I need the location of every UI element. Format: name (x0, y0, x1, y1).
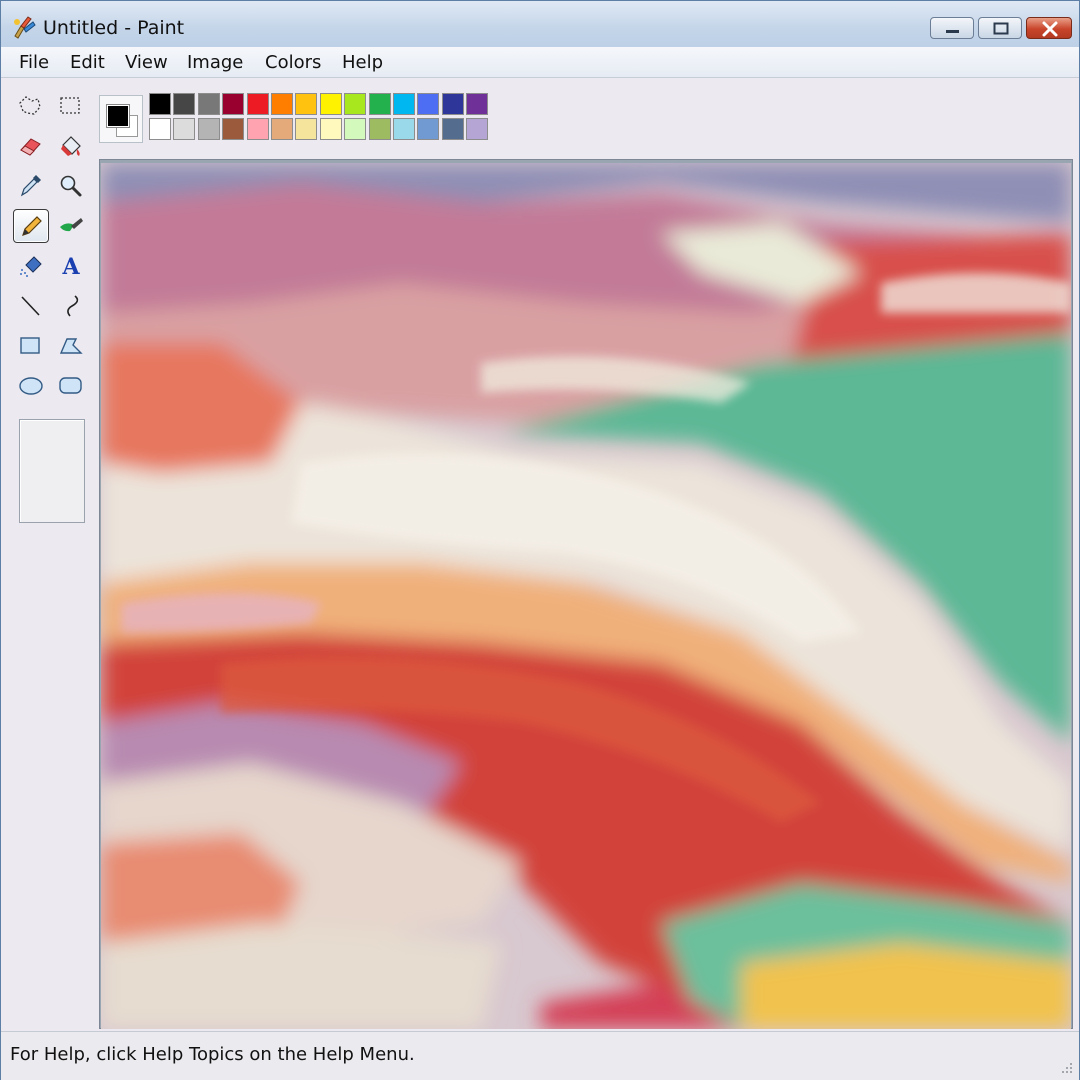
palette-swatch[interactable] (222, 118, 245, 140)
palette-swatch[interactable] (246, 93, 269, 115)
menu-edit[interactable]: Edit (70, 52, 105, 73)
tool-pick-color[interactable] (13, 169, 49, 203)
palette-swatch[interactable] (466, 118, 489, 140)
eyedropper-icon (20, 175, 41, 197)
palette-swatch[interactable] (417, 118, 440, 140)
minimize-button[interactable] (930, 17, 974, 39)
pencil-icon (22, 216, 42, 236)
status-bar: For Help, click Help Topics on the Help … (1, 1031, 1079, 1080)
palette-swatch[interactable] (319, 118, 342, 140)
palette-swatch[interactable] (344, 118, 367, 140)
close-button[interactable] (1026, 17, 1072, 39)
tool-rounded-rectangle[interactable] (53, 369, 89, 403)
tool-free-form-select[interactable] (13, 89, 49, 123)
current-colors[interactable] (99, 95, 143, 143)
airbrush-icon (20, 256, 42, 277)
tool-text[interactable]: A (53, 249, 89, 283)
tool-fill[interactable] (53, 129, 89, 163)
palette-swatch[interactable] (319, 93, 342, 115)
tool-pencil[interactable] (13, 209, 49, 243)
tool-airbrush[interactable] (13, 249, 49, 283)
tool-rectangle[interactable] (13, 329, 49, 363)
canvas-area (99, 159, 1073, 1029)
palette-swatch[interactable] (197, 118, 220, 140)
tool-ellipse[interactable] (13, 369, 49, 403)
brush-icon (60, 218, 83, 232)
palette-swatch[interactable] (246, 118, 269, 140)
palette-swatch[interactable] (173, 93, 196, 115)
tool-line[interactable] (13, 289, 49, 323)
palette-swatch[interactable] (393, 118, 415, 140)
menu-colors[interactable]: Colors (265, 52, 321, 73)
palette-swatch[interactable] (368, 118, 391, 140)
menu-help[interactable]: Help (342, 52, 383, 73)
curve-icon (67, 295, 79, 317)
tool-rect-select[interactable] (53, 89, 89, 123)
palette-swatch[interactable] (149, 93, 171, 115)
palette-swatch[interactable] (441, 93, 464, 115)
magnifier-icon (60, 175, 82, 197)
palette-swatch[interactable] (271, 118, 293, 140)
palette-swatch[interactable] (149, 118, 171, 140)
close-icon (1042, 21, 1058, 37)
rectangle-select-icon (60, 97, 80, 114)
tool-box: A (9, 87, 93, 1027)
line-icon (21, 296, 40, 316)
free-form-select-icon (19, 96, 41, 115)
palette-swatch[interactable] (368, 93, 391, 115)
minimize-icon (946, 30, 959, 33)
foreground-color[interactable] (106, 104, 130, 128)
text-icon: A (61, 254, 80, 279)
menu-file[interactable]: File (19, 52, 49, 73)
tool-curve[interactable] (53, 289, 89, 323)
maximize-button[interactable] (978, 17, 1022, 39)
status-text: For Help, click Help Topics on the Help … (10, 1044, 415, 1065)
palette-swatch[interactable] (466, 93, 489, 115)
paint-window: Untitled - Paint File Edit View Image Co… (0, 0, 1080, 1080)
fill-bucket-icon (61, 136, 81, 156)
rounded-rectangle-icon (59, 377, 82, 394)
menu-bar: File Edit View Image Colors Help (1, 47, 1079, 78)
tool-options-box[interactable] (19, 419, 85, 523)
tool-eraser[interactable] (13, 129, 49, 163)
polygon-icon (59, 338, 83, 354)
eraser-icon (20, 138, 41, 156)
tool-magnifier[interactable] (53, 169, 89, 203)
ellipse-icon (19, 377, 43, 395)
text-tool-glyph: A (61, 254, 80, 279)
palette-swatch[interactable] (295, 93, 318, 115)
palette-swatch[interactable] (271, 93, 293, 115)
drawing-canvas[interactable] (101, 163, 1071, 1029)
resize-grip-icon[interactable] (1059, 1060, 1073, 1074)
paint-palette-icon (14, 16, 36, 39)
color-box (99, 91, 511, 145)
palette-swatch[interactable] (222, 93, 245, 115)
palette-swatch[interactable] (344, 93, 367, 115)
tool-polygon[interactable] (53, 329, 89, 363)
menu-image[interactable]: Image (187, 52, 243, 73)
palette-swatch[interactable] (197, 93, 220, 115)
rectangle-icon (20, 337, 40, 354)
title-bar[interactable]: Untitled - Paint (1, 1, 1079, 48)
palette-swatch[interactable] (441, 118, 464, 140)
menu-view[interactable]: View (125, 52, 168, 73)
palette-swatch[interactable] (417, 93, 440, 115)
window-title: Untitled - Paint (43, 17, 185, 39)
maximize-icon (993, 22, 1009, 35)
palette-swatch[interactable] (295, 118, 318, 140)
palette-swatch[interactable] (173, 118, 196, 140)
palette-swatch[interactable] (393, 93, 415, 115)
tool-brush[interactable] (53, 209, 89, 243)
